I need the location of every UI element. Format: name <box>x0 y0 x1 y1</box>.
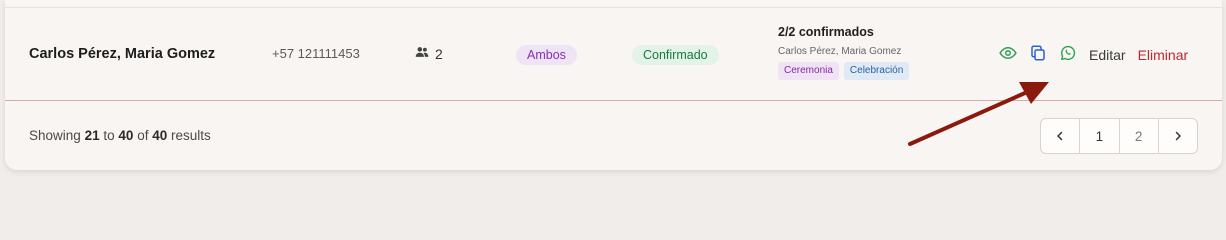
guest-count: 2 <box>415 45 443 62</box>
prev-page-button[interactable] <box>1041 119 1081 153</box>
confirmed-count: 2/2 confirmados <box>778 25 874 39</box>
page-button-1[interactable]: 1 <box>1080 119 1120 153</box>
delete-button[interactable]: Eliminar <box>1138 47 1189 63</box>
eye-icon <box>999 44 1017 67</box>
results-to: 40 <box>118 128 134 143</box>
results-to-label: to <box>103 128 115 143</box>
event-tags: Ceremonia Celebración <box>778 62 910 80</box>
chevron-left-icon <box>1055 129 1065 144</box>
results-from: 21 <box>84 128 100 143</box>
results-of-label: of <box>137 128 149 143</box>
confirmed-names: Carlos Pérez, Maria Gomez <box>778 46 902 57</box>
row-bottom-border <box>5 100 1222 101</box>
results-showing-label: Showing <box>29 128 81 143</box>
event-tag-celebracion: Celebración <box>843 62 910 80</box>
view-button[interactable] <box>997 44 1019 66</box>
row-actions: Editar Eliminar <box>997 44 1188 66</box>
chevron-right-icon <box>1173 129 1183 144</box>
results-total: 40 <box>152 128 168 143</box>
guest-count-value: 2 <box>435 45 443 62</box>
whatsapp-icon <box>1059 44 1077 67</box>
results-label: results <box>171 128 211 143</box>
whatsapp-button[interactable] <box>1057 44 1079 66</box>
copy-button[interactable] <box>1027 44 1049 66</box>
side-badge: Ambos <box>516 45 577 65</box>
guest-table-card: Carlos Pérez, Maria Gomez +57 121111453 … <box>5 0 1222 170</box>
users-icon <box>415 45 429 62</box>
confirmation-summary: 2/2 confirmados Carlos Pérez, Maria Gome… <box>778 25 910 80</box>
pagination: 1 2 <box>1040 118 1198 154</box>
guest-phone: +57 121111453 <box>272 46 360 61</box>
table-row: Carlos Pérez, Maria Gomez +57 121111453 … <box>5 8 1222 100</box>
event-tag-ceremonia: Ceremonia <box>778 62 839 80</box>
copy-icon <box>1029 44 1047 67</box>
edit-button[interactable]: Editar <box>1089 47 1126 63</box>
status-badge: Confirmado <box>632 45 719 65</box>
guest-name: Carlos Pérez, Maria Gomez <box>29 46 216 62</box>
results-summary: Showing 21 to 40 of 40 results <box>29 128 211 143</box>
page-button-2[interactable]: 2 <box>1120 119 1159 153</box>
next-page-button[interactable] <box>1159 119 1197 153</box>
